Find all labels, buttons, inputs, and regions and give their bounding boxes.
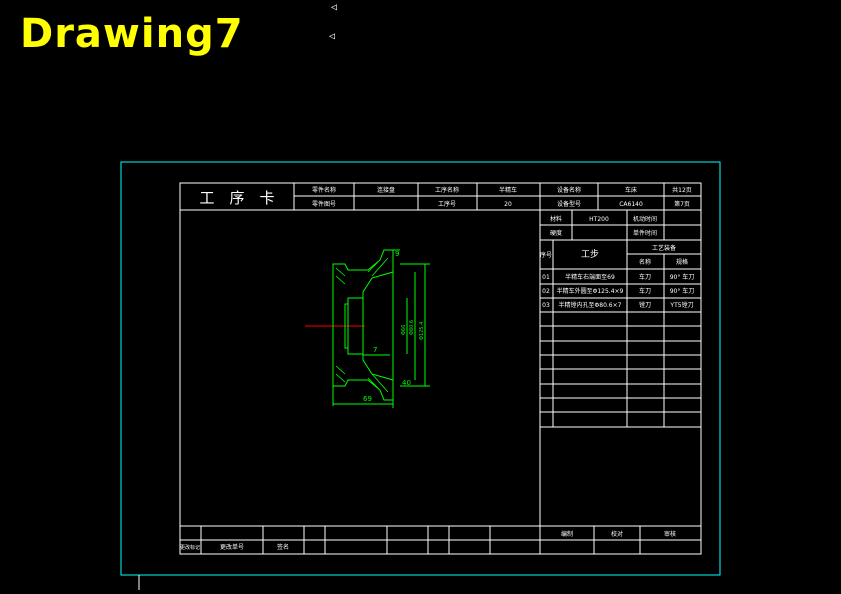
step-1-tool: 车刀: [639, 273, 651, 281]
dim-d80: Φ80.6: [409, 320, 415, 335]
seq-label: 序号: [540, 251, 552, 259]
equipment-model-value: CA6140: [619, 201, 643, 208]
process-no-label: 工序号: [438, 200, 456, 208]
footer-checker: 校对: [611, 530, 623, 538]
step-3-no: 03: [542, 302, 550, 309]
page-number: 第7页: [674, 200, 690, 208]
step-1-spec: 90° 车刀: [670, 273, 695, 281]
footer-approver: 审核: [664, 530, 676, 538]
dim-40: 40: [402, 379, 411, 387]
step-2-tool: 车刀: [639, 287, 651, 295]
hardness-label: 硬度: [550, 229, 562, 237]
section-hatching: [335, 257, 389, 393]
equipment-name-value: 车床: [625, 186, 637, 194]
part-name-value: 连接盘: [377, 186, 395, 194]
process-card-lines: [179, 182, 702, 555]
step-1-desc: 半精车右端面至69: [565, 273, 615, 281]
footer-doc-no-label: 更改单号: [220, 543, 244, 551]
process-name-value: 半精车: [499, 186, 517, 194]
equip-label: 工艺装备: [652, 244, 676, 252]
part-section-view[interactable]: 9 7 69 40 Φ125.4 Φ80.6 Φ66: [305, 249, 430, 408]
step-2-desc: 半精车外圆至Φ125.4×9: [557, 287, 624, 295]
card-heading: 工 序 卡: [199, 189, 274, 207]
dim-9: 9: [395, 250, 399, 258]
total-pages: 共12页: [672, 186, 692, 194]
footer-mark-label: 更改标记: [180, 544, 200, 551]
part-no-label: 零件图号: [312, 200, 336, 208]
aux-time-label: 单件时间: [633, 229, 657, 237]
drawing-canvas[interactable]: 工 序 卡 零件名称 连接盘 零件图号 工序名称 半精车 工序号 20 设备名称…: [0, 0, 841, 594]
part-name-label: 零件名称: [312, 186, 336, 194]
equipment-model-label: 设备型号: [557, 200, 581, 208]
material-value: HT200: [589, 216, 609, 223]
step-3-tool: 镗刀: [639, 301, 651, 309]
step-2-spec: 90° 车刀: [670, 287, 695, 295]
process-no-value: 20: [504, 201, 512, 208]
material-label: 材料: [550, 215, 562, 223]
step-3-desc: 半精镗内孔至Φ80.6×7: [559, 301, 622, 309]
dim-d125: Φ125.4: [419, 322, 425, 340]
tool-name-label: 名称: [639, 258, 651, 266]
footer-designer: 编制: [561, 530, 573, 538]
step-2-no: 02: [542, 288, 550, 295]
dim-d66: Φ66: [401, 325, 407, 335]
dim-7: 7: [373, 346, 377, 354]
process-name-label: 工序名称: [435, 186, 459, 194]
tool-spec-label: 规格: [676, 258, 688, 266]
footer-sign-label: 签名: [277, 543, 289, 551]
machine-time-label: 机动时间: [633, 215, 657, 223]
equipment-name-label: 设备名称: [557, 186, 581, 194]
step-label: 工步: [581, 249, 599, 260]
step-1-no: 01: [542, 274, 550, 281]
dim-69: 69: [363, 395, 372, 403]
step-3-spec: YT5镗刀: [669, 301, 693, 309]
